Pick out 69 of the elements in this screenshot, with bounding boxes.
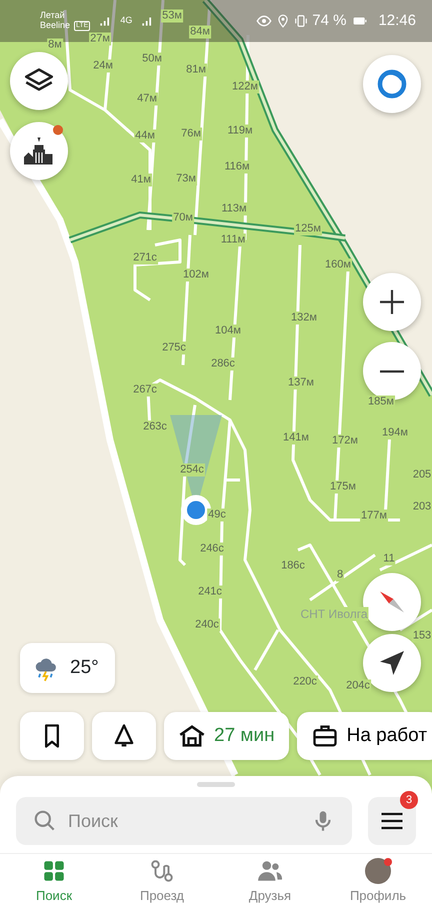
tab[interactable]: Проезд xyxy=(108,858,216,906)
clock: 12:46 xyxy=(378,10,416,31)
carrier-name: Beeline xyxy=(40,21,70,31)
map-label: 111м xyxy=(220,234,246,246)
bookmarks-button[interactable] xyxy=(20,712,84,760)
map-label: 119м xyxy=(226,124,254,138)
map-label: 84м xyxy=(189,26,211,38)
notification-count: 3 xyxy=(400,791,418,809)
route-icon xyxy=(149,858,175,884)
search-field[interactable]: Поиск xyxy=(16,797,352,845)
map-label: 271с xyxy=(132,252,158,264)
map-label: 24м xyxy=(92,60,114,72)
eye-icon xyxy=(256,13,272,29)
tab[interactable]: Профиль xyxy=(324,858,432,906)
plus-icon xyxy=(380,290,404,314)
home-route-button[interactable]: 27 мин xyxy=(164,712,289,760)
map-label: 137м xyxy=(287,376,315,390)
temperature: 25° xyxy=(70,656,99,680)
network-type: 4G xyxy=(120,16,132,26)
map-label: 177м xyxy=(360,510,388,522)
map-label: 11 xyxy=(382,552,396,566)
map-label: 275с xyxy=(161,342,187,354)
minus-icon xyxy=(380,370,404,372)
map-label: 153 xyxy=(412,630,432,642)
map-label: 116м xyxy=(223,160,251,174)
map-label: 8 xyxy=(336,568,344,582)
tab[interactable]: Друзья xyxy=(216,858,324,906)
map-label: 267с xyxy=(132,384,158,396)
map-label: 125м xyxy=(294,222,322,236)
map-label: 286с xyxy=(210,358,236,370)
map-label: 27м xyxy=(89,32,111,46)
map-label: 172м xyxy=(331,434,359,448)
map-label: 160м xyxy=(324,258,352,272)
map-label: 73м xyxy=(175,172,197,186)
map-label: 240с xyxy=(194,618,220,632)
map-label: 175м xyxy=(329,480,357,494)
map-label: 241с xyxy=(197,586,223,598)
map-label: 70м xyxy=(172,212,194,224)
work-route-button[interactable]: На работ xyxy=(296,712,432,760)
map-label: 53м xyxy=(161,10,183,22)
app-logo-button[interactable] xyxy=(363,55,421,113)
map-label: 50м xyxy=(141,52,163,66)
map-label: 132м xyxy=(290,312,318,324)
map-label: 104м xyxy=(214,324,242,338)
map-label: 254с xyxy=(179,464,205,476)
location-icon xyxy=(276,14,290,28)
map-label: 194м xyxy=(381,426,409,440)
battery-level: 74 % xyxy=(312,10,346,31)
area-name: СНТ Иволга xyxy=(299,607,369,621)
search-input[interactable]: Поиск xyxy=(66,806,302,836)
map-label: 47м xyxy=(136,92,158,106)
map-label: 81м xyxy=(185,64,207,76)
map-label: 76м xyxy=(180,128,202,140)
zoom-in-button[interactable] xyxy=(363,273,421,331)
map-label: 49с xyxy=(207,508,227,522)
map-label: 102м xyxy=(182,268,210,282)
tab[interactable]: Поиск xyxy=(0,858,108,906)
map-label: 263с xyxy=(142,420,168,434)
menu-button[interactable] xyxy=(368,797,416,845)
map-label: 246с xyxy=(199,542,225,556)
weather-widget[interactable]: 25° xyxy=(20,643,115,693)
map-label: 44м xyxy=(134,130,156,142)
drag-handle[interactable] xyxy=(197,782,235,787)
map-label: 141м xyxy=(282,432,310,444)
map-label: 113м xyxy=(220,202,248,216)
map-label: 122м xyxy=(231,80,259,94)
carrier-name: Летай xyxy=(40,11,66,21)
vibrate-icon xyxy=(294,14,308,28)
map-label: 41м xyxy=(130,174,152,186)
